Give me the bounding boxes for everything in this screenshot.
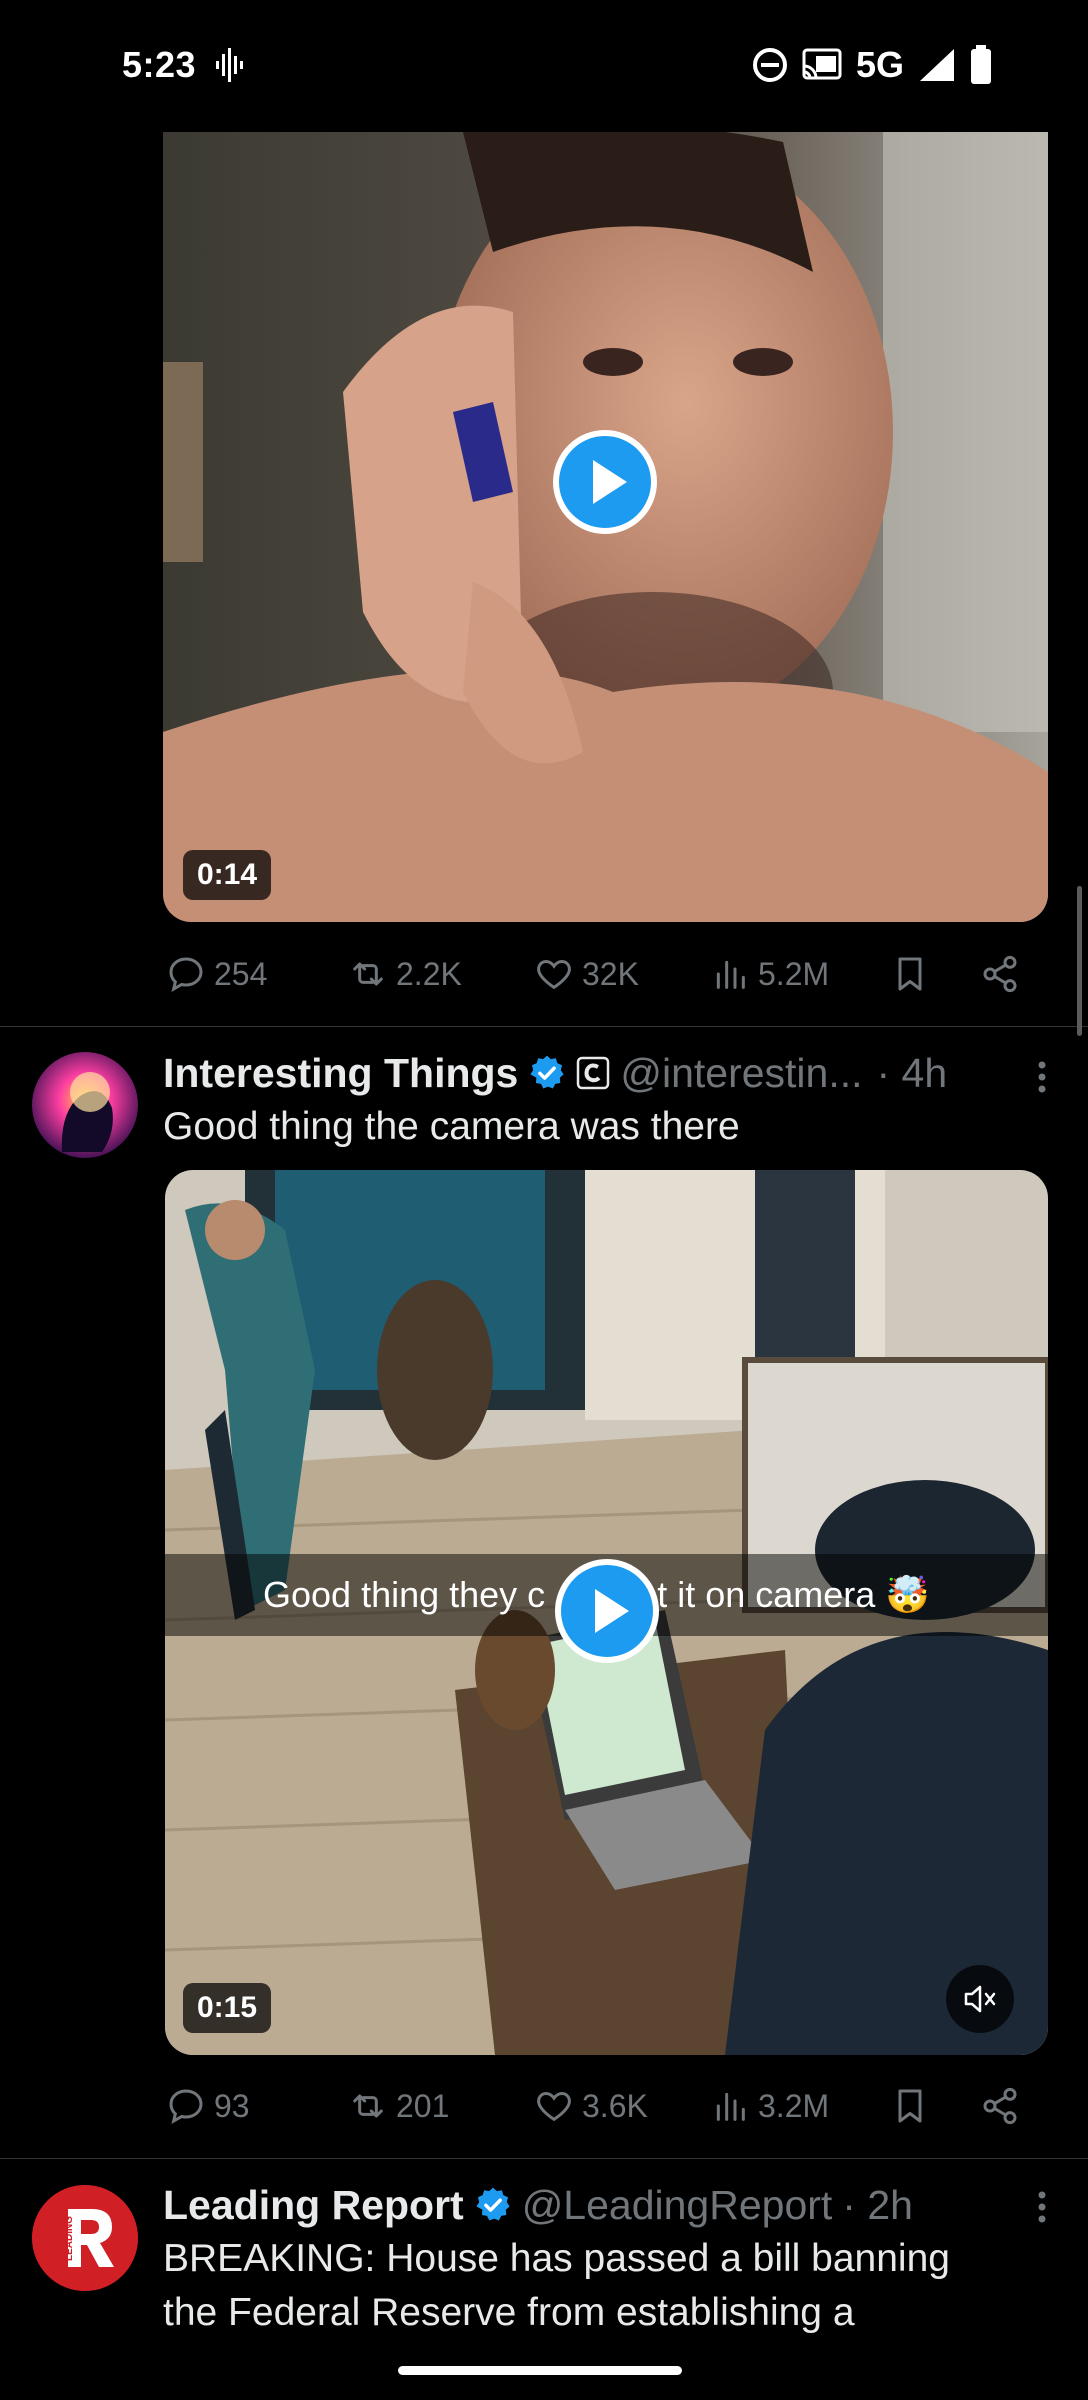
reply-button[interactable]: 254: [166, 954, 267, 994]
tweet-actions: 254 2.2K 32K 5.2M: [166, 944, 1026, 1004]
bookmark-icon: [898, 2089, 922, 2123]
share-icon: [983, 955, 1017, 993]
play-button[interactable]: [553, 430, 657, 534]
network-label: 5G: [855, 44, 904, 85]
tweet-time[interactable]: · 2h: [842, 2182, 913, 2229]
share-button[interactable]: [980, 954, 1020, 994]
analytics-icon: [716, 960, 745, 989]
video-caption-after: t it on camera 🤯: [657, 1574, 931, 1615]
avatar-image: [32, 1052, 138, 1158]
tweet-text: BREAKING: House has passed a bill bannin…: [163, 2232, 950, 2340]
view-count: 3.2M: [758, 2087, 830, 2124]
bookmark-button[interactable]: [890, 2086, 930, 2126]
views-button[interactable]: 3.2M: [710, 2086, 829, 2126]
bookmark-button[interactable]: [890, 954, 930, 994]
tweet-text: Good thing the camera was there: [163, 1105, 740, 1148]
battery-icon: [970, 45, 992, 85]
tweet-divider: [0, 1026, 1088, 1027]
avatar[interactable]: [32, 1052, 138, 1158]
repost-button[interactable]: 201: [348, 2086, 449, 2126]
share-icon: [983, 2087, 1017, 2125]
like-button[interactable]: 32K: [534, 954, 639, 994]
repost-icon: [353, 962, 383, 986]
tweet-video-thumbnail[interactable]: 0:14: [163, 132, 1048, 922]
view-count: 5.2M: [758, 955, 830, 992]
author-handle[interactable]: @interestin...: [620, 1050, 862, 1097]
repost-icon: [353, 2094, 383, 2118]
avatar-text: LEADING: [64, 2216, 75, 2261]
avatar-image: LEADING: [32, 2185, 138, 2291]
video-duration: 0:15: [183, 1983, 272, 2033]
tweet-actions: 93 201 3.6K 3.2M: [166, 2076, 1026, 2136]
author-name[interactable]: Leading Report: [163, 2182, 464, 2229]
scrollbar[interactable]: [1077, 886, 1082, 1036]
analytics-icon: [716, 2092, 745, 2121]
tweet-video-thumbnail[interactable]: Good thing they c t it on camera 🤯 0:15: [165, 1170, 1048, 2055]
verified-badge-icon: [474, 2186, 512, 2224]
tweet-header: Leading Report @LeadingReport · 2h: [163, 2178, 913, 2232]
tweet-text-line: the Federal Reserve from establishing a: [163, 2291, 855, 2334]
author-handle[interactable]: @LeadingReport: [522, 2182, 833, 2229]
more-options-icon[interactable]: [1036, 2190, 1048, 2229]
status-time: 5:23: [122, 44, 197, 85]
do-not-disturb-icon: [752, 47, 788, 83]
author-name[interactable]: Interesting Things: [163, 1050, 518, 1097]
reply-icon: [169, 2089, 203, 2124]
share-button[interactable]: [980, 2086, 1020, 2126]
play-button[interactable]: [555, 1559, 659, 1663]
mute-button[interactable]: [946, 1965, 1014, 2033]
heart-icon: [537, 959, 571, 990]
cast-icon: [802, 48, 842, 82]
affiliate-badge-icon: [576, 1056, 610, 1090]
views-button[interactable]: 5.2M: [710, 954, 829, 994]
reply-count: 254: [214, 955, 268, 992]
status-bar: 5:23 5G: [0, 0, 1088, 132]
muted-speaker-icon: [964, 1985, 996, 2013]
verified-badge-icon: [528, 1054, 566, 1092]
signal-icon: [918, 47, 956, 83]
video-duration: 0:14: [183, 850, 272, 900]
tweet-header: Interesting Things @interestin... · 4h: [163, 1046, 947, 1100]
more-options-icon[interactable]: [1036, 1060, 1048, 1099]
avatar[interactable]: LEADING: [32, 2185, 138, 2291]
reply-button[interactable]: 93: [166, 2086, 250, 2126]
reply-count: 93: [214, 2087, 250, 2124]
tweet-time[interactable]: · 4h: [877, 1050, 948, 1097]
voice-recording-icon: [216, 48, 246, 87]
bookmark-icon: [898, 957, 922, 991]
tweet-divider: [0, 2158, 1088, 2159]
reply-icon: [169, 957, 203, 992]
like-count: 3.6K: [582, 2087, 648, 2124]
heart-icon: [537, 2091, 571, 2122]
home-indicator[interactable]: [398, 2366, 682, 2375]
tweet-text-line: BREAKING: House has passed a bill bannin…: [163, 2237, 950, 2280]
repost-count: 2.2K: [396, 955, 462, 992]
video-caption-before: Good thing they c: [263, 1574, 546, 1615]
repost-count: 201: [396, 2087, 450, 2124]
like-button[interactable]: 3.6K: [534, 2086, 648, 2126]
repost-button[interactable]: 2.2K: [348, 954, 462, 994]
like-count: 32K: [582, 955, 639, 992]
